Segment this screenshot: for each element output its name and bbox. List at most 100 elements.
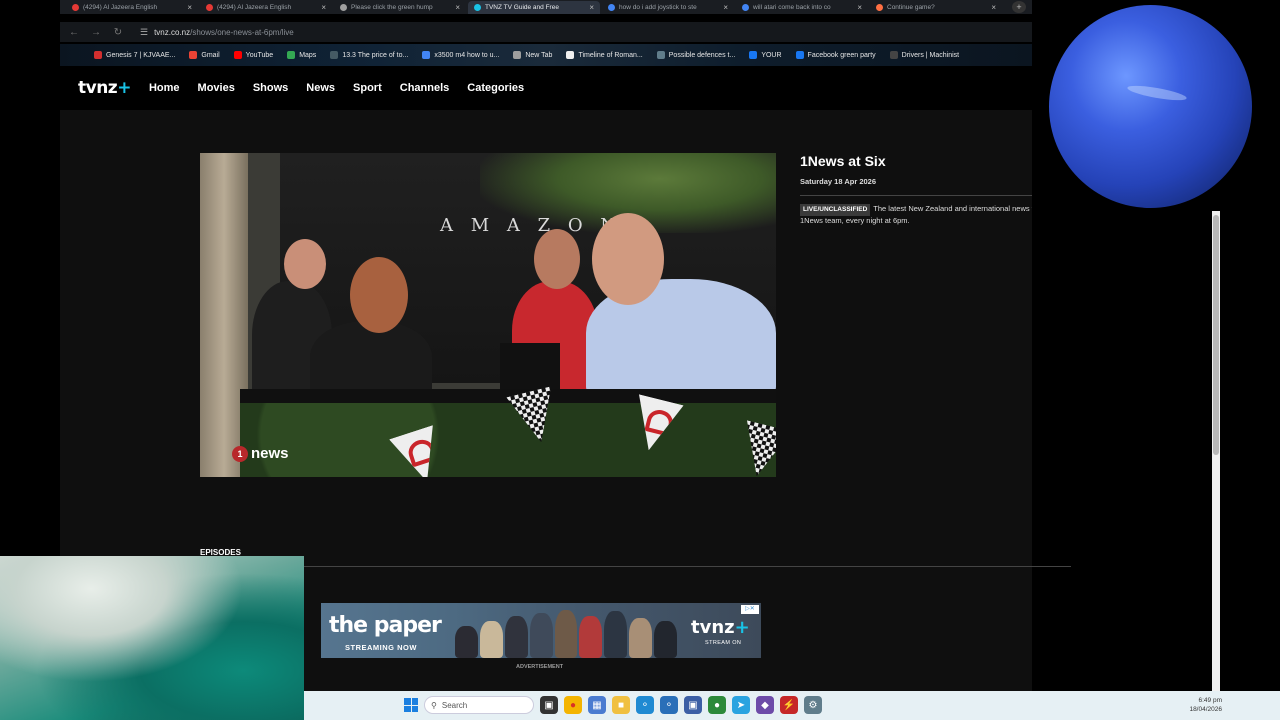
nav-movies[interactable]: Movies bbox=[198, 82, 235, 94]
close-tab-icon[interactable]: × bbox=[187, 3, 192, 12]
browser-tab[interactable]: TVNZ TV Guide and Free × bbox=[468, 0, 600, 14]
edge-beta-icon[interactable]: ⚬ bbox=[660, 696, 678, 714]
lightning-app-icon[interactable]: ⚡ bbox=[780, 696, 798, 714]
bookmark-favicon-icon bbox=[513, 51, 522, 59]
bookmark-label: x3500 m4 how to u... bbox=[434, 51, 500, 59]
ad-brand-sub: STREAM ON bbox=[705, 640, 742, 646]
browser-tab[interactable]: Please click the green hump × bbox=[334, 1, 466, 14]
taskbar-search-placeholder: Search bbox=[441, 700, 468, 710]
nav-sport[interactable]: Sport bbox=[353, 82, 382, 94]
nav-news[interactable]: News bbox=[306, 82, 335, 94]
page-scrollbar[interactable] bbox=[1212, 211, 1220, 691]
nav-shows[interactable]: Shows bbox=[253, 82, 288, 94]
system-clock[interactable]: 6:49 pm 18/04/2026 bbox=[1189, 696, 1222, 714]
settings-icon[interactable]: ⚙ bbox=[804, 696, 822, 714]
task-view-icon[interactable]: ▣ bbox=[540, 696, 558, 714]
ad-cast-member bbox=[504, 615, 528, 658]
bookmark-item[interactable]: Gmail bbox=[189, 51, 220, 59]
close-tab-icon[interactable]: × bbox=[991, 3, 996, 12]
tab-favicon-icon bbox=[608, 3, 615, 11]
video-player[interactable]: A M A Z O N I 1 news bbox=[200, 153, 776, 477]
video-person-head bbox=[534, 229, 580, 289]
nav-channels[interactable]: Channels bbox=[400, 82, 450, 94]
browser-tab[interactable]: (4294) Al Jazeera English × bbox=[200, 1, 332, 14]
bookmark-item[interactable]: Drivers | Machinist bbox=[889, 51, 960, 59]
new-tab-icon[interactable]: + bbox=[1012, 1, 1026, 13]
bookmark-item[interactable]: 13.3 The price of to... bbox=[330, 51, 408, 59]
browser-tab[interactable]: will atari come back into co × bbox=[736, 1, 868, 14]
advertisement-banner[interactable]: the paper STREAMING NOW tvnz+ STREAM ON … bbox=[321, 603, 761, 658]
browser-tab[interactable]: how do i add joystick to ste × bbox=[602, 1, 734, 14]
bookmark-item[interactable]: Facebook green party bbox=[795, 51, 876, 59]
bookmark-label: New Tab bbox=[525, 51, 553, 59]
tab-title: (4294) Al Jazeera English bbox=[83, 3, 158, 11]
chrome-icon[interactable]: ● bbox=[564, 696, 582, 714]
bookmark-item[interactable]: Possible defences t... bbox=[656, 51, 735, 59]
bookmark-item[interactable]: New Tab bbox=[513, 51, 552, 59]
bookmark-favicon-icon bbox=[566, 51, 575, 59]
windows-start-icon[interactable] bbox=[404, 698, 418, 712]
tab-title: Please click the green hump bbox=[351, 3, 433, 11]
ad-choices-icon[interactable]: ▷✕ bbox=[741, 605, 759, 614]
ad-cast-member bbox=[654, 620, 678, 658]
url-field[interactable]: ☰ tvnz.co.nz/shows/one-news-at-6pm/live bbox=[140, 27, 294, 38]
screen: (4294) Al Jazeera English × (4294) Al Jaze… bbox=[0, 0, 1280, 720]
ad-brand-logo: tvnz+ bbox=[691, 617, 750, 638]
forward-icon[interactable]: → bbox=[90, 27, 102, 38]
bookmark-favicon-icon bbox=[656, 51, 665, 59]
video-person-head bbox=[350, 257, 408, 333]
ad-cast-photo bbox=[455, 605, 678, 658]
bookmark-label: Drivers | Machinist bbox=[901, 51, 960, 59]
bookmark-item[interactable]: Timeline of Roman... bbox=[566, 51, 643, 59]
file-explorer-icon[interactable]: ■ bbox=[612, 696, 630, 714]
close-tab-icon[interactable]: × bbox=[321, 3, 326, 12]
bookmark-item[interactable]: YouTube bbox=[233, 51, 273, 59]
site-info-icon[interactable]: ☰ bbox=[140, 27, 148, 38]
url-domain: tvnz.co.nz bbox=[154, 27, 191, 37]
calculator-icon[interactable]: ▣ bbox=[684, 696, 702, 714]
show-date: Saturday 18 Apr 2026 bbox=[800, 177, 877, 186]
edge-icon[interactable]: ⚬ bbox=[636, 696, 654, 714]
ad-subline: STREAMING NOW bbox=[345, 643, 417, 652]
browser-tab[interactable]: (4294) Al Jazeera English × bbox=[66, 1, 198, 14]
bookmark-label: Maps bbox=[299, 51, 317, 59]
store-icon[interactable]: ▦ bbox=[588, 696, 606, 714]
nav-categories[interactable]: Categories bbox=[467, 82, 524, 94]
bookmark-label: Genesis 7 | KJVAAE... bbox=[106, 51, 176, 59]
browser-tabstrip: (4294) Al Jazeera English × (4294) Al Jaze… bbox=[60, 0, 1032, 14]
close-tab-icon[interactable]: × bbox=[589, 3, 594, 12]
back-icon[interactable]: ← bbox=[68, 27, 80, 38]
tab-title: Continue game? bbox=[887, 3, 935, 11]
ad-cast-member bbox=[455, 626, 478, 658]
nav-home[interactable]: Home bbox=[149, 82, 180, 94]
bookmark-item[interactable]: YOUR bbox=[749, 51, 782, 59]
logo-text: tvnz bbox=[78, 78, 118, 98]
scrollbar-thumb[interactable] bbox=[1213, 215, 1219, 455]
bookmark-item[interactable]: x3500 m4 how to u... bbox=[422, 51, 499, 59]
bookmark-item[interactable]: Genesis 7 | KJVAAE... bbox=[94, 51, 175, 59]
planet-overlay bbox=[1032, 0, 1280, 211]
reload-icon[interactable]: ↻ bbox=[112, 27, 124, 38]
tvnz-logo[interactable]: tvnz+ bbox=[78, 78, 131, 98]
bookmark-favicon-icon bbox=[287, 51, 296, 59]
bookmark-label: YOUR bbox=[761, 51, 782, 59]
app-icon[interactable]: ◆ bbox=[756, 696, 774, 714]
ad-headline: the paper bbox=[329, 613, 442, 638]
browser-tab[interactable]: Continue game? × bbox=[870, 1, 1002, 14]
taskbar-search[interactable]: ⚲ Search bbox=[424, 696, 534, 714]
ad-brand-text: tvnz bbox=[691, 617, 735, 638]
video-person-head bbox=[284, 239, 326, 289]
close-tab-icon[interactable]: × bbox=[723, 3, 728, 12]
tab-title: TVNZ TV Guide and Free bbox=[485, 3, 559, 11]
video-railing bbox=[240, 389, 776, 403]
telegram-icon[interactable]: ➤ bbox=[732, 696, 750, 714]
close-tab-icon[interactable]: × bbox=[455, 3, 460, 12]
tab-favicon-icon bbox=[206, 3, 213, 11]
close-tab-icon[interactable]: × bbox=[857, 3, 862, 12]
fabric-overlay bbox=[0, 556, 304, 720]
clock-time: 6:49 pm bbox=[1198, 697, 1223, 704]
ad-cast-member bbox=[554, 610, 578, 658]
app-icon[interactable]: ● bbox=[708, 696, 726, 714]
taskbar-icons: ⚲ Search ▣ ● ▦ ■ ⚬ ⚬ ▣ ● ➤ ◆ ⚡ ⚙ bbox=[404, 696, 822, 714]
bookmark-item[interactable]: Maps bbox=[287, 51, 316, 59]
